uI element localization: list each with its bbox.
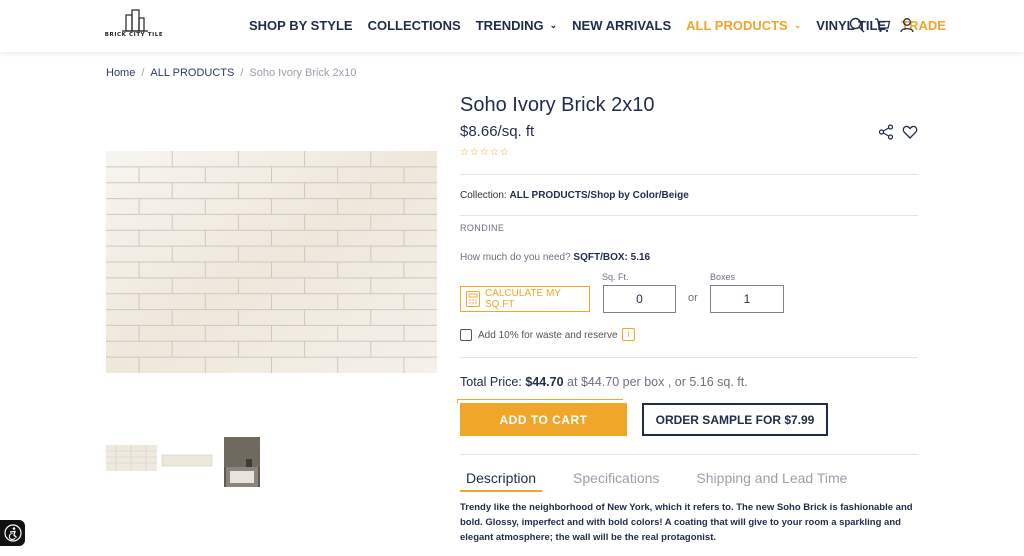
divider xyxy=(460,454,918,455)
chevron-down-icon: ⌄ xyxy=(793,20,802,30)
add-to-cart-button[interactable]: ADD TO CART xyxy=(460,403,627,436)
tile-pattern-image xyxy=(106,151,437,373)
nav-collections[interactable]: COLLECTIONS xyxy=(368,18,461,33)
total-price: Total Price: $44.70 at $44.70 per box , … xyxy=(460,375,748,389)
total-detail: at $44.70 per box , or 5.16 sq. ft. xyxy=(567,375,748,389)
breadcrumb-separator: / xyxy=(141,67,145,79)
breadcrumb-current: Soho Ivory Brick 2x10 xyxy=(249,67,357,79)
nav-label: NEW ARRIVALS xyxy=(572,18,672,33)
divider xyxy=(460,357,918,358)
account-icon[interactable] xyxy=(899,17,915,33)
logo-text: BRICK CITY TILE xyxy=(104,32,164,38)
quantity-prompt: How much do you need? SQFT/BOX: 5.16 xyxy=(460,252,650,263)
chevron-down-icon: ⌄ xyxy=(549,20,558,30)
collection-label: Collection: xyxy=(460,190,507,201)
waste-label: Add 10% for waste and reserve xyxy=(478,330,618,341)
waste-checkbox[interactable] xyxy=(460,329,472,341)
need-label: How much do you need? xyxy=(460,252,571,263)
header-icons xyxy=(849,17,915,33)
nav-all-products[interactable]: ALL PRODUCTS ⌄ xyxy=(686,18,801,33)
collection-link[interactable]: ALL PRODUCTS/Shop by Color/Beige xyxy=(509,190,688,201)
total-label: Total Price: xyxy=(460,375,522,389)
collection-info: Collection: ALL PRODUCTS/Shop by Color/B… xyxy=(460,190,689,201)
product-thumbnail[interactable] xyxy=(161,437,213,479)
nav-label: ALL PRODUCTS xyxy=(686,18,788,33)
product-main-image[interactable] xyxy=(106,151,437,373)
nav-label: TRENDING xyxy=(475,18,544,33)
nav-label: COLLECTIONS xyxy=(367,18,461,33)
product-price: $8.66/sq. ft xyxy=(460,123,535,140)
product-description: Trendy like the neighborhood of New York… xyxy=(460,502,913,543)
wishlist-heart-icon[interactable] xyxy=(902,124,918,140)
tab-description[interactable]: Description xyxy=(460,470,543,492)
product-thumbnail[interactable] xyxy=(224,437,260,487)
breadcrumb: Home / ALL PRODUCTS / Soho Ivory Brick 2… xyxy=(106,67,356,79)
breadcrumb-category[interactable]: ALL PRODUCTS xyxy=(150,67,234,79)
nav-label: SHOP BY STYLE xyxy=(249,18,353,33)
nav-trending[interactable]: TRENDING ⌄ xyxy=(476,18,557,33)
nav-shop-by-style[interactable]: SHOP BY STYLE xyxy=(249,18,353,33)
search-icon[interactable] xyxy=(849,17,865,33)
calculate-label: CALCULATE MY SQ.FT xyxy=(485,288,561,310)
order-sample-button[interactable]: ORDER SAMPLE FOR $7.99 xyxy=(642,403,828,436)
accessibility-icon[interactable] xyxy=(0,520,25,546)
product-title: Soho Ivory Brick 2x10 xyxy=(460,94,655,116)
cart-icon[interactable] xyxy=(874,17,891,33)
nav-new-arrivals[interactable]: NEW ARRIVALS xyxy=(572,18,671,33)
calculator-icon xyxy=(466,291,480,307)
site-logo[interactable]: BRICK CITY TILE xyxy=(104,9,164,45)
divider xyxy=(460,174,918,175)
tab-specifications[interactable]: Specifications xyxy=(567,470,665,492)
share-icon[interactable] xyxy=(878,124,894,140)
boxes-input[interactable] xyxy=(710,285,784,313)
divider xyxy=(460,215,918,216)
sqft-label: Sq. Ft. xyxy=(602,272,629,282)
site-header: BRICK CITY TILE SHOP BY STYLE COLLECTION… xyxy=(0,0,1024,52)
or-text: or xyxy=(688,292,698,304)
product-brand: RONDINE xyxy=(460,223,505,233)
product-thumbnail[interactable] xyxy=(106,437,157,479)
calculate-sqft-button[interactable]: CALCULATE MY SQ.FT xyxy=(460,286,590,312)
sqft-input[interactable] xyxy=(603,285,676,313)
info-icon[interactable]: i xyxy=(622,328,635,341)
total-amount: $44.70 xyxy=(525,375,564,389)
logo-buildings-icon xyxy=(122,9,148,32)
sqft-per-box: SQFT/BOX: 5.16 xyxy=(573,252,651,263)
breadcrumb-separator: / xyxy=(240,67,244,79)
product-tabs: Description Specifications Shipping and … xyxy=(460,470,878,492)
boxes-label: Boxes xyxy=(710,272,736,282)
breadcrumb-home[interactable]: Home xyxy=(106,67,135,79)
rating-stars[interactable]: ☆☆☆☆☆ xyxy=(460,147,510,158)
tab-shipping[interactable]: Shipping and Lead Time xyxy=(690,470,853,492)
